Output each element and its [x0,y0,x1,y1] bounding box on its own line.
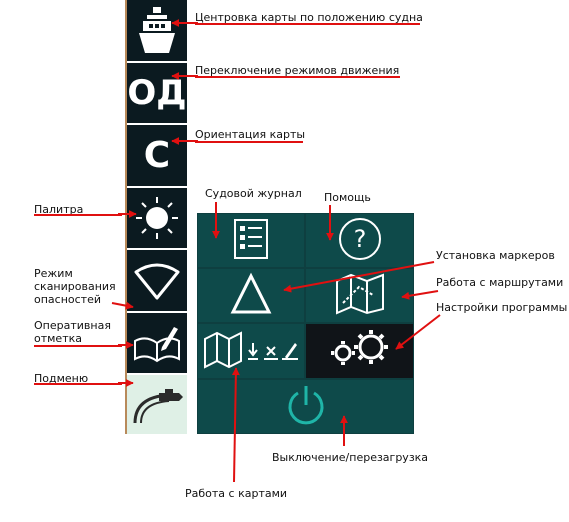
settings-annotation: Настройки программы [436,301,568,314]
map-route-icon [335,273,385,319]
checklist-icon [233,218,269,264]
help-annotation: Помощь [324,191,371,204]
ship-wake-icon [129,383,185,427]
markers-annotation: Установка маркеров [436,249,555,262]
routes-button[interactable] [306,269,413,322]
quick-mark-annotation: Оперативная отметка [34,319,111,345]
danger-scan-annotation: Режим сканирования опасностей [34,267,116,306]
submenu-button[interactable] [127,375,187,434]
radar-sector-icon [132,258,182,304]
charts-button[interactable] [198,324,304,378]
triangle-icon [229,272,273,320]
annotation-underline [34,345,122,347]
motion-mode-label: ОД [127,73,187,113]
annotation-underline [34,383,122,385]
orientation-label: С [143,135,171,176]
svg-text:?: ? [353,225,366,253]
help-button[interactable]: ? [306,214,413,267]
annotation-underline [195,23,420,25]
map-tools-icon [201,329,301,373]
danger-scan-button[interactable] [127,250,187,311]
charts-annotation: Работа с картами [185,487,288,500]
palette-button[interactable] [127,188,187,248]
logbook-annotation: Судовой журнал [205,187,302,200]
motion-mode-button[interactable]: ОД [127,63,187,123]
annotation-underline [195,76,400,78]
annotation-underline [195,141,303,143]
markers-button[interactable] [198,269,304,322]
book-pen-icon [132,321,182,365]
center-ship-button[interactable] [127,0,187,61]
orientation-button[interactable]: С [127,125,187,186]
logbook-button[interactable] [198,214,304,267]
power-annotation: Выключение/перезагрузка [272,451,429,464]
settings-button[interactable] [306,324,413,378]
routes-annotation: Работа с маршрутами [436,276,564,289]
power-button[interactable] [198,380,413,433]
question-circle-icon: ? [337,216,383,266]
ship-icon [137,3,177,59]
orientation-annotation: Ориентация карты [195,128,306,141]
power-icon [284,383,328,431]
sun-icon [134,195,180,241]
annotation-underline [34,214,122,216]
quick-mark-button[interactable] [127,313,187,373]
gears-icon [327,329,393,373]
